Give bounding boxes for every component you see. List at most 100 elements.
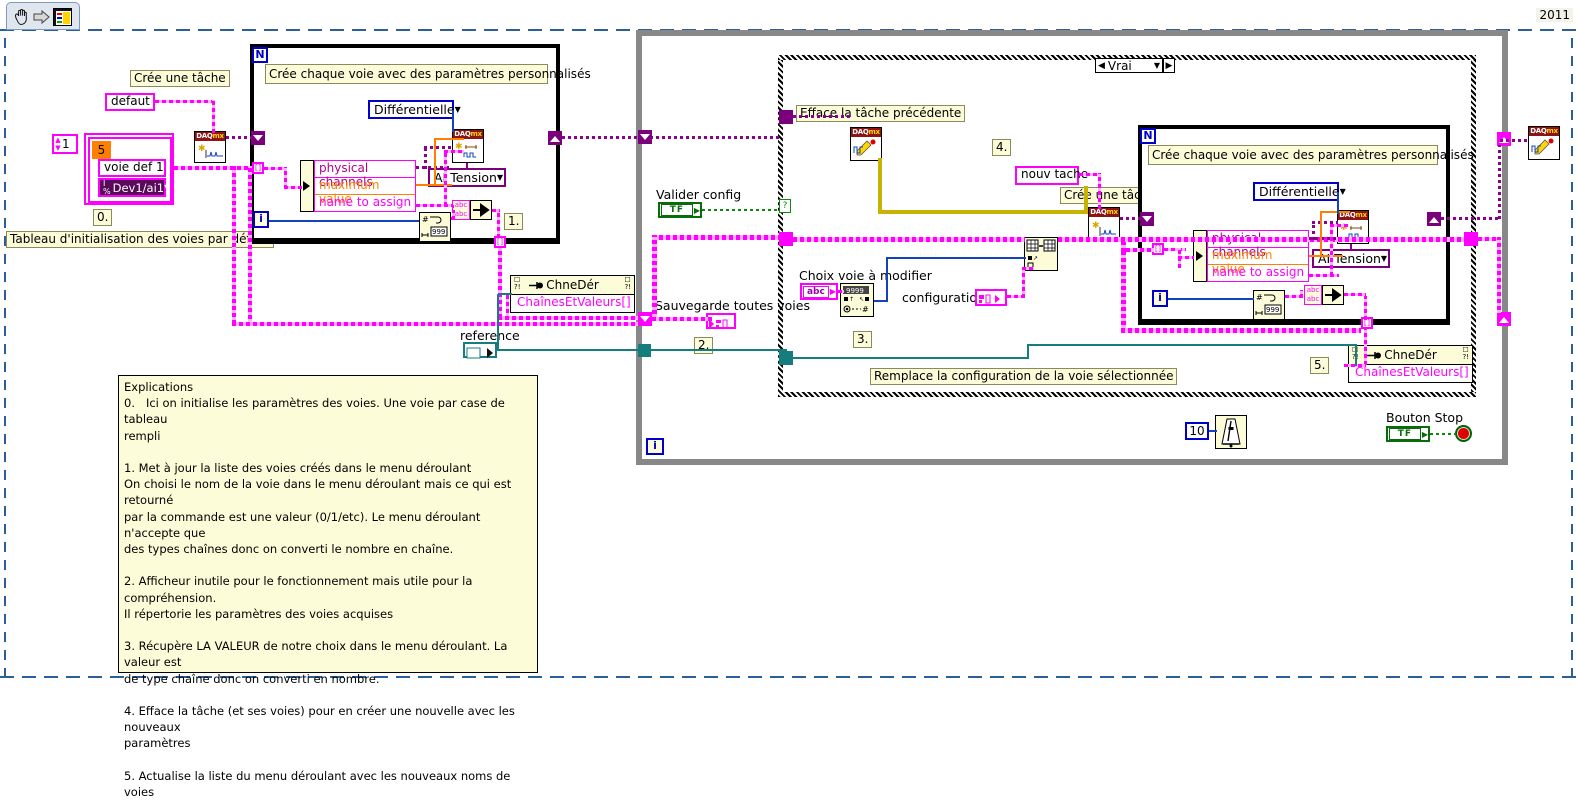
sauvegarde-label: Sauvegarde toutes voies <box>655 298 810 313</box>
array-tunnel-out-2[interactable]: [] <box>1361 317 1373 329</box>
array-index-value: 1 <box>62 137 70 151</box>
for-loop-1-shadow1 <box>254 238 556 240</box>
wire-maxvalue-v-1 <box>434 139 436 185</box>
wire-name-h-1 <box>444 150 464 153</box>
wait-ms-constant[interactable]: 10 <box>1185 422 1209 440</box>
terminal-config-value-2: Différentielle <box>1259 184 1340 199</box>
daqmx-create-task-icon[interactable]: DAQmx ✱ <box>194 131 226 163</box>
svg-text:999: 999 <box>432 228 445 236</box>
case-array-tunnel-left[interactable] <box>779 232 793 246</box>
diagram-icon[interactable] <box>53 8 72 26</box>
wire-task-out-v <box>1498 145 1501 219</box>
link-icon <box>529 282 543 289</box>
hand-icon[interactable] <box>12 7 32 27</box>
wire-config-v <box>1022 268 1025 298</box>
wire-reference-v <box>497 294 499 350</box>
daqmx-create-channel-icon-1[interactable]: DAQmx ✱ <box>452 129 484 163</box>
wire-array-bus-v <box>652 235 657 321</box>
reference-label: reference <box>460 328 520 343</box>
case-selector[interactable]: ◀ Vrai ▼ <box>1095 58 1163 73</box>
svg-text:✱: ✱ <box>198 144 206 154</box>
for-loop-1-title: Crée chaque voie avec des paramètres per… <box>265 64 591 84</box>
replace-array-subset-icon[interactable]: ↗ <box>1024 237 1058 271</box>
stop-button-control[interactable]: TF ▶ <box>1386 426 1430 442</box>
while-array-shift-left[interactable] <box>638 312 652 326</box>
case-selector-tunnel[interactable]: ? <box>779 199 791 213</box>
configuration-indicator[interactable] <box>975 289 1007 306</box>
wait-ms-metronome-icon[interactable] <box>1215 415 1247 449</box>
array-tunnel-out-1[interactable]: [] <box>494 236 506 248</box>
create-task-label: Crée une tâche <box>130 70 230 87</box>
daqmx-clear-task-icon[interactable]: DAQmx <box>850 127 882 161</box>
step-5-marker: 5. <box>1310 357 1330 374</box>
shift-register-right-1[interactable] <box>548 131 562 145</box>
step-0-marker: 0. <box>93 209 113 226</box>
wire-loop1-task-out <box>562 136 640 139</box>
wire-case-task-to-clear <box>793 115 851 118</box>
measurement-type-ring-2[interactable]: AI Tension ▼ <box>1312 249 1390 268</box>
nouv-tache-constant[interactable]: nouv tache <box>1015 166 1088 185</box>
property-node-chnedér-1[interactable]: ☐?! ChneDér ☐?! ChaînesEtValeurs[] <box>510 275 635 313</box>
while-ref-tunnel-left[interactable] <box>638 344 651 357</box>
for-loop-2-count-terminal: N <box>1140 128 1156 144</box>
measurement-type-value-2: AI Tension <box>1318 251 1381 266</box>
default-channel-array[interactable]: 5 voie def 1 I% Dev1/ai1 ▼ <box>84 133 174 205</box>
terminal-config-value-1: Différentielle <box>374 102 455 117</box>
wire-aitension-1 <box>466 163 468 169</box>
case-selector-next[interactable]: ▶ <box>1163 58 1175 73</box>
unbundle-cluster-1[interactable] <box>300 160 314 212</box>
terminal-config-ring-2[interactable]: Différentielle ▼ <box>1253 182 1346 201</box>
sauvegarde-indicator[interactable] <box>706 313 736 329</box>
explanations-title: Explications <box>124 380 194 394</box>
while-shift-register-left[interactable] <box>638 130 652 144</box>
valider-config-control[interactable]: TF ▶ <box>658 202 702 218</box>
physical-channel-control[interactable]: I% Dev1/ai1 ▼ <box>98 178 170 197</box>
case-array-tunnel-right[interactable] <box>1464 232 1478 246</box>
shift-register-left-2[interactable] <box>1140 212 1154 226</box>
chnedér-label-1: ChneDér <box>546 278 599 292</box>
wire-case-array-bus-2 <box>1058 237 1464 242</box>
concatenate-strings-icon-1[interactable] <box>470 200 492 220</box>
toolbar[interactable] <box>6 2 80 30</box>
choix-voie-control[interactable]: abc ▶ <box>800 283 838 300</box>
case-task-tunnel-left[interactable] <box>779 110 793 124</box>
number-to-decimal-string-icon-1[interactable]: # 999 <box>419 212 451 242</box>
string-to-number-icon[interactable]: 9999 ↑ ↖ # <box>840 283 874 317</box>
daqmx-create-task-icon-2[interactable]: DAQmx ✱ <box>1088 207 1120 241</box>
svg-text:✱: ✱ <box>1092 221 1100 231</box>
stop-button-value: TF <box>1389 428 1421 440</box>
valider-config-value: TF <box>661 204 693 216</box>
wire-numstr-v-2 <box>1300 290 1303 298</box>
wire-case-array-bottom <box>1121 328 1361 333</box>
case-ref-tunnel-left[interactable] <box>779 351 793 365</box>
wire-phys-v-2 <box>1312 222 1315 240</box>
arrow-icon[interactable] <box>33 9 51 25</box>
stop-button-label: Bouton Stop <box>1386 410 1464 425</box>
while-loop-stop-terminal[interactable] <box>1455 425 1472 442</box>
wire-default-v <box>212 100 215 133</box>
shift-register-right-2[interactable] <box>1427 212 1441 226</box>
svg-text:#: # <box>422 215 429 224</box>
default-string-constant[interactable]: defaut <box>105 93 155 111</box>
concatenate-strings-icon-2[interactable] <box>1322 285 1344 305</box>
wire-default-to-task <box>155 100 215 103</box>
for-loop-2-title: Crée chaque voie avec des paramètres per… <box>1148 145 1474 165</box>
wire-strnum-to-replace <box>886 257 1026 259</box>
efface-tache-label: Efface la tâche précédente <box>796 105 966 122</box>
wire-ref-to-chnedér-2 <box>1027 344 1357 346</box>
wire-loop2out-down <box>1364 329 1367 365</box>
channel-name-constant[interactable]: voie def 1 <box>98 159 166 177</box>
wire-array-left-down <box>232 166 236 324</box>
wire-case-out-v <box>1497 237 1501 317</box>
number-to-decimal-string-icon-2[interactable]: # 999 <box>1253 290 1285 320</box>
explanations-body: 0. Ici on initialise les paramètres des … <box>124 396 515 800</box>
reference-control[interactable] <box>463 342 497 359</box>
shift-register-left-1[interactable] <box>251 131 265 145</box>
daqmx-clear-task-icon-right[interactable]: DAQmx <box>1528 126 1560 160</box>
array-index-spinner[interactable]: ▲ ▼ 1 <box>52 134 78 154</box>
for-loop-2-shadow2 <box>1144 322 1446 324</box>
wire-error-h1 <box>878 210 1088 214</box>
wire-task2-to-loop2 <box>1120 217 1142 220</box>
choix-voie-value: abc <box>803 285 829 298</box>
terminal-config-ring-1[interactable]: Différentielle ▼ <box>368 100 461 119</box>
